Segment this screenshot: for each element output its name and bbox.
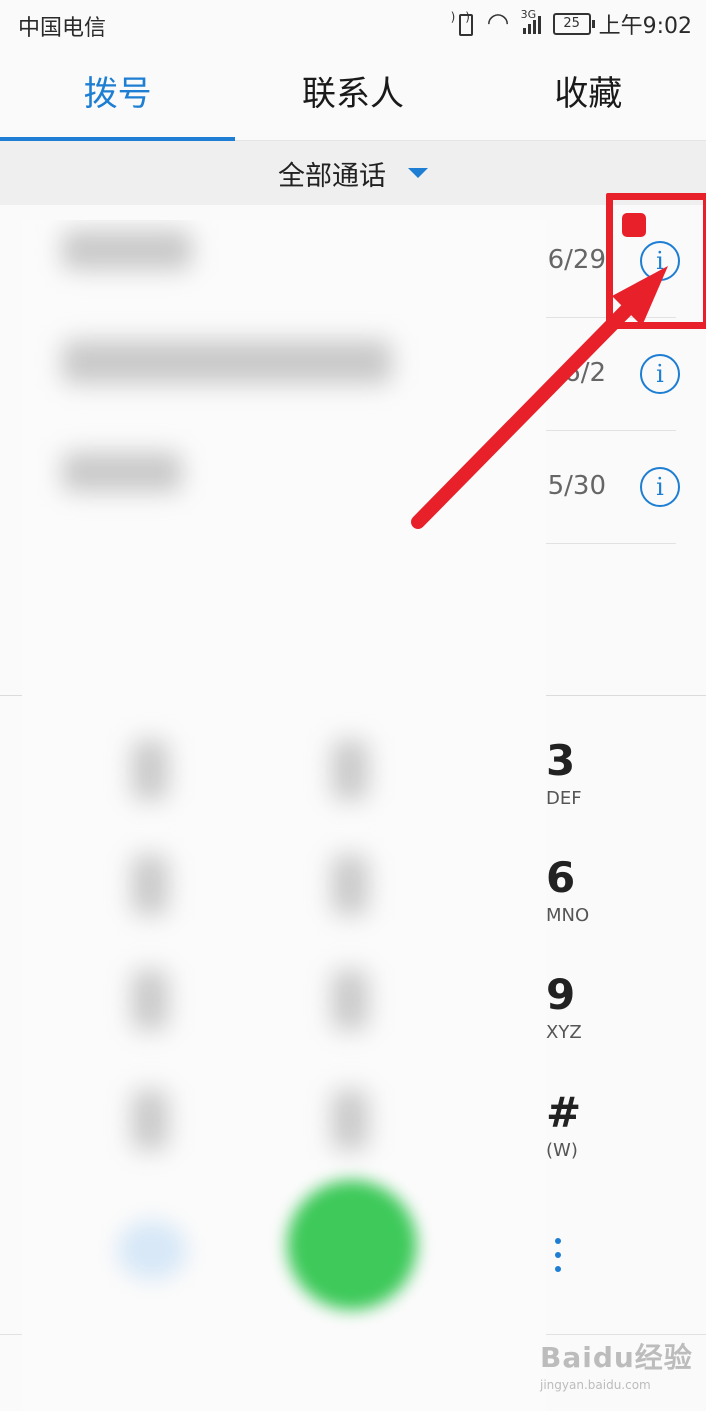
dialpad-key-letters: (W) <box>546 1140 578 1161</box>
tab-dialer[interactable]: 拨号 <box>0 48 236 141</box>
dialpad-key-number: 6 <box>546 853 576 902</box>
tab-favorites[interactable]: 收藏 <box>471 48 706 140</box>
call-date: 6/2 <box>564 358 606 388</box>
info-icon[interactable]: i <box>640 354 680 394</box>
dialpad-key-letters: MNO <box>546 905 590 926</box>
carrier-label: 中国电信 <box>18 16 107 41</box>
call-filter-dropdown[interactable]: 全部通话 <box>0 141 706 205</box>
watermark-brand: Baidu经验 <box>540 1341 693 1374</box>
annotation-highlight-box <box>606 193 706 329</box>
dialpad-key-number: 3 <box>546 736 576 785</box>
info-icon[interactable]: i <box>640 467 680 507</box>
watermark-logo: Baidu经验 jingyan.baidu.com <box>540 1336 700 1396</box>
call-button[interactable] <box>287 1180 417 1310</box>
wifi-icon <box>485 8 511 38</box>
row-divider <box>540 543 676 544</box>
dialpad-key-3[interactable]: 3 DEF <box>546 736 582 810</box>
dialpad-key-letters: DEF <box>546 788 582 809</box>
call-date: 6/29 <box>547 245 606 275</box>
signal-icon: 3G <box>519 8 545 36</box>
dialpad-key-9[interactable]: 9 XYZ <box>546 970 582 1044</box>
status-bar: 中国电信 3G 25 上午9:02 <box>0 0 706 48</box>
status-icons: 3G 25 上午9:02 <box>451 8 692 40</box>
call-filter-label: 全部通话 <box>278 160 386 192</box>
dialpad-key-letters: XYZ <box>546 1022 582 1043</box>
tab-bar: 拨号 联系人 收藏 <box>0 48 706 141</box>
dialpad-key-number: # <box>546 1088 582 1137</box>
battery-icon: 25 <box>552 13 595 35</box>
tab-contacts[interactable]: 联系人 <box>235 48 470 140</box>
call-date: 5/30 <box>547 471 606 501</box>
dialpad-key-6[interactable]: 6 MNO <box>546 853 590 927</box>
chevron-down-icon <box>408 168 428 178</box>
dialpad-key-hash[interactable]: # (W) <box>546 1088 582 1162</box>
more-vert-icon[interactable] <box>550 1238 566 1280</box>
watermark-url: jingyan.baidu.com <box>540 1378 651 1392</box>
dialpad-key-number: 9 <box>546 970 576 1019</box>
annotation-marker <box>622 213 646 237</box>
vibrate-icon <box>451 10 480 36</box>
clock-time: 上午9:02 <box>598 14 692 39</box>
redacted-blur-area <box>22 220 546 1411</box>
